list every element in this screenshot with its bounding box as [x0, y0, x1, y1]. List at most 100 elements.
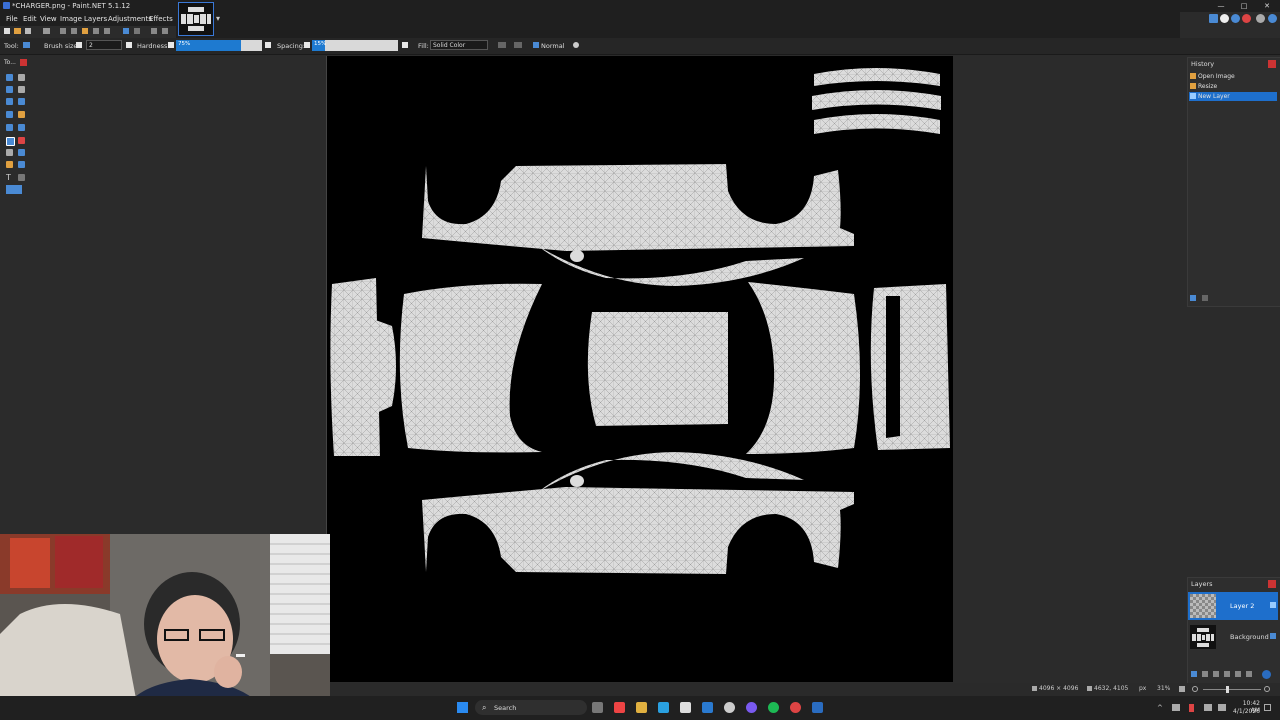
- color-picker-tool-icon[interactable]: [18, 149, 25, 156]
- menu-view[interactable]: View: [40, 15, 57, 23]
- layers-panel-close-icon[interactable]: [1268, 580, 1276, 588]
- menu-effects[interactable]: Effects: [149, 15, 173, 23]
- layer-row-background[interactable]: Background: [1188, 623, 1278, 651]
- move-layer-up-icon[interactable]: [1235, 671, 1241, 677]
- menu-file[interactable]: File: [6, 15, 18, 23]
- zoom-slider[interactable]: [1203, 689, 1261, 690]
- paintnet-taskbar-icon[interactable]: [812, 702, 823, 713]
- crop-icon[interactable]: [93, 28, 99, 34]
- grid-icon[interactable]: [151, 28, 157, 34]
- undo-icon[interactable]: [123, 28, 129, 34]
- taskbar-search-box[interactable]: [475, 700, 587, 715]
- save-icon[interactable]: [25, 28, 31, 34]
- redo-icon[interactable]: [134, 28, 140, 34]
- spotify-icon[interactable]: [768, 702, 779, 713]
- duplicate-layer-icon[interactable]: [1213, 671, 1219, 677]
- zoom-fit-icon[interactable]: [1179, 686, 1185, 692]
- eraser-tool-icon[interactable]: [18, 137, 25, 144]
- gradient-tool-icon[interactable]: [18, 124, 25, 131]
- unit-select[interactable]: px: [1139, 685, 1146, 692]
- discord-icon[interactable]: [746, 702, 757, 713]
- paste-icon[interactable]: [82, 28, 88, 34]
- rectangle-select-tool-icon[interactable]: [6, 74, 13, 81]
- microphone-icon[interactable]: [1189, 704, 1194, 712]
- paint-bucket-tool-icon[interactable]: [6, 124, 13, 131]
- new-file-icon[interactable]: [4, 28, 10, 34]
- hardness-increase-icon[interactable]: [265, 42, 271, 48]
- tools-toggle-icon[interactable]: [1209, 14, 1218, 23]
- layers-toggle-icon[interactable]: [1231, 14, 1240, 23]
- tools-panel-close-icon[interactable]: [20, 59, 27, 66]
- pan-tool-icon[interactable]: [18, 111, 25, 118]
- colors-toggle-icon[interactable]: [1242, 14, 1251, 23]
- tray-chevron-icon[interactable]: ^: [1157, 704, 1163, 712]
- help-icon[interactable]: [1268, 14, 1277, 23]
- menu-layers[interactable]: Layers: [84, 15, 107, 23]
- history-item-open-image[interactable]: Open Image: [1189, 72, 1277, 81]
- network-icon[interactable]: [1204, 704, 1212, 711]
- cut-icon[interactable]: [60, 28, 66, 34]
- zoom-in-icon[interactable]: [1264, 686, 1270, 692]
- magic-wand-tool-icon[interactable]: [6, 111, 13, 118]
- paintbrush-tool-icon[interactable]: [23, 42, 30, 48]
- fill-select[interactable]: Solid Color: [430, 40, 488, 50]
- recolor-tool-icon[interactable]: [18, 161, 25, 168]
- brush-size-decrease-icon[interactable]: [76, 42, 82, 48]
- text-tool-icon[interactable]: T: [6, 173, 11, 182]
- selection-mode-icon[interactable]: [514, 42, 522, 48]
- ellipse-select-tool-icon[interactable]: [6, 98, 13, 105]
- add-layer-icon[interactable]: [1191, 671, 1197, 677]
- clone-stamp-tool-icon[interactable]: [6, 161, 13, 168]
- zoom-level-readout[interactable]: 31%: [1157, 685, 1170, 692]
- copy-icon[interactable]: [71, 28, 77, 34]
- line-curve-tool-icon[interactable]: [18, 174, 25, 181]
- start-windows-icon[interactable]: [457, 702, 468, 713]
- print-icon[interactable]: [43, 28, 50, 34]
- paintbrush-tool-selected-icon[interactable]: [6, 137, 15, 146]
- settings-gear-icon[interactable]: [1256, 14, 1265, 23]
- brush-size-input[interactable]: 2: [86, 40, 122, 50]
- alpha-blending-icon[interactable]: [573, 42, 579, 48]
- hardness-slider[interactable]: 75%: [176, 40, 262, 51]
- zoom-slider-thumb[interactable]: [1226, 686, 1229, 693]
- antialias-icon[interactable]: [498, 42, 506, 48]
- history-item-new-layer[interactable]: New Layer: [1189, 92, 1277, 101]
- zoom-tool-icon[interactable]: [18, 98, 25, 105]
- close-button[interactable]: ✕: [1260, 1, 1274, 11]
- open-folder-icon[interactable]: [14, 28, 21, 34]
- blend-mode-select[interactable]: Normal: [541, 42, 565, 50]
- layer-row-layer-2[interactable]: Layer 2: [1188, 592, 1278, 620]
- layer-properties-icon[interactable]: [1262, 670, 1271, 679]
- layer-2-visibility-checkbox[interactable]: [1270, 602, 1276, 608]
- menu-image[interactable]: Image: [60, 15, 82, 23]
- background-visibility-checkbox[interactable]: [1270, 633, 1276, 639]
- zoom-out-icon[interactable]: [1192, 686, 1198, 692]
- file-explorer-icon[interactable]: [636, 702, 647, 713]
- history-panel-close-icon[interactable]: [1268, 60, 1276, 68]
- lasso-select-tool-icon[interactable]: [6, 86, 13, 93]
- image-canvas[interactable]: [326, 56, 953, 682]
- pencil-tool-icon[interactable]: [6, 149, 13, 156]
- obs-icon[interactable]: [790, 702, 801, 713]
- history-toggle-icon[interactable]: [1220, 14, 1229, 23]
- menu-edit[interactable]: Edit: [23, 15, 37, 23]
- spacing-decrease-icon[interactable]: [304, 42, 310, 48]
- move-layer-down-icon[interactable]: [1246, 671, 1252, 677]
- maximize-button[interactable]: □: [1237, 1, 1251, 11]
- move-selection-tool-icon[interactable]: [18, 86, 25, 93]
- chrome-icon[interactable]: [614, 702, 625, 713]
- task-view-icon[interactable]: [592, 702, 603, 713]
- blend-mode-icon[interactable]: [533, 42, 539, 48]
- brush-size-increase-icon[interactable]: [126, 42, 132, 48]
- delete-layer-icon[interactable]: [1202, 671, 1208, 677]
- deselect-icon[interactable]: [104, 28, 110, 34]
- shapes-tool-icon[interactable]: [6, 185, 22, 194]
- edge-icon[interactable]: [658, 702, 669, 713]
- notifications-icon[interactable]: [1264, 704, 1271, 711]
- menu-adjustments[interactable]: Adjustments: [108, 15, 152, 23]
- merge-layer-icon[interactable]: [1224, 671, 1230, 677]
- image-thumbnail-tab[interactable]: [178, 2, 214, 36]
- clock-date[interactable]: 4/1/2026: [1232, 708, 1260, 715]
- store-icon[interactable]: [680, 702, 691, 713]
- hardness-decrease-icon[interactable]: [168, 42, 174, 48]
